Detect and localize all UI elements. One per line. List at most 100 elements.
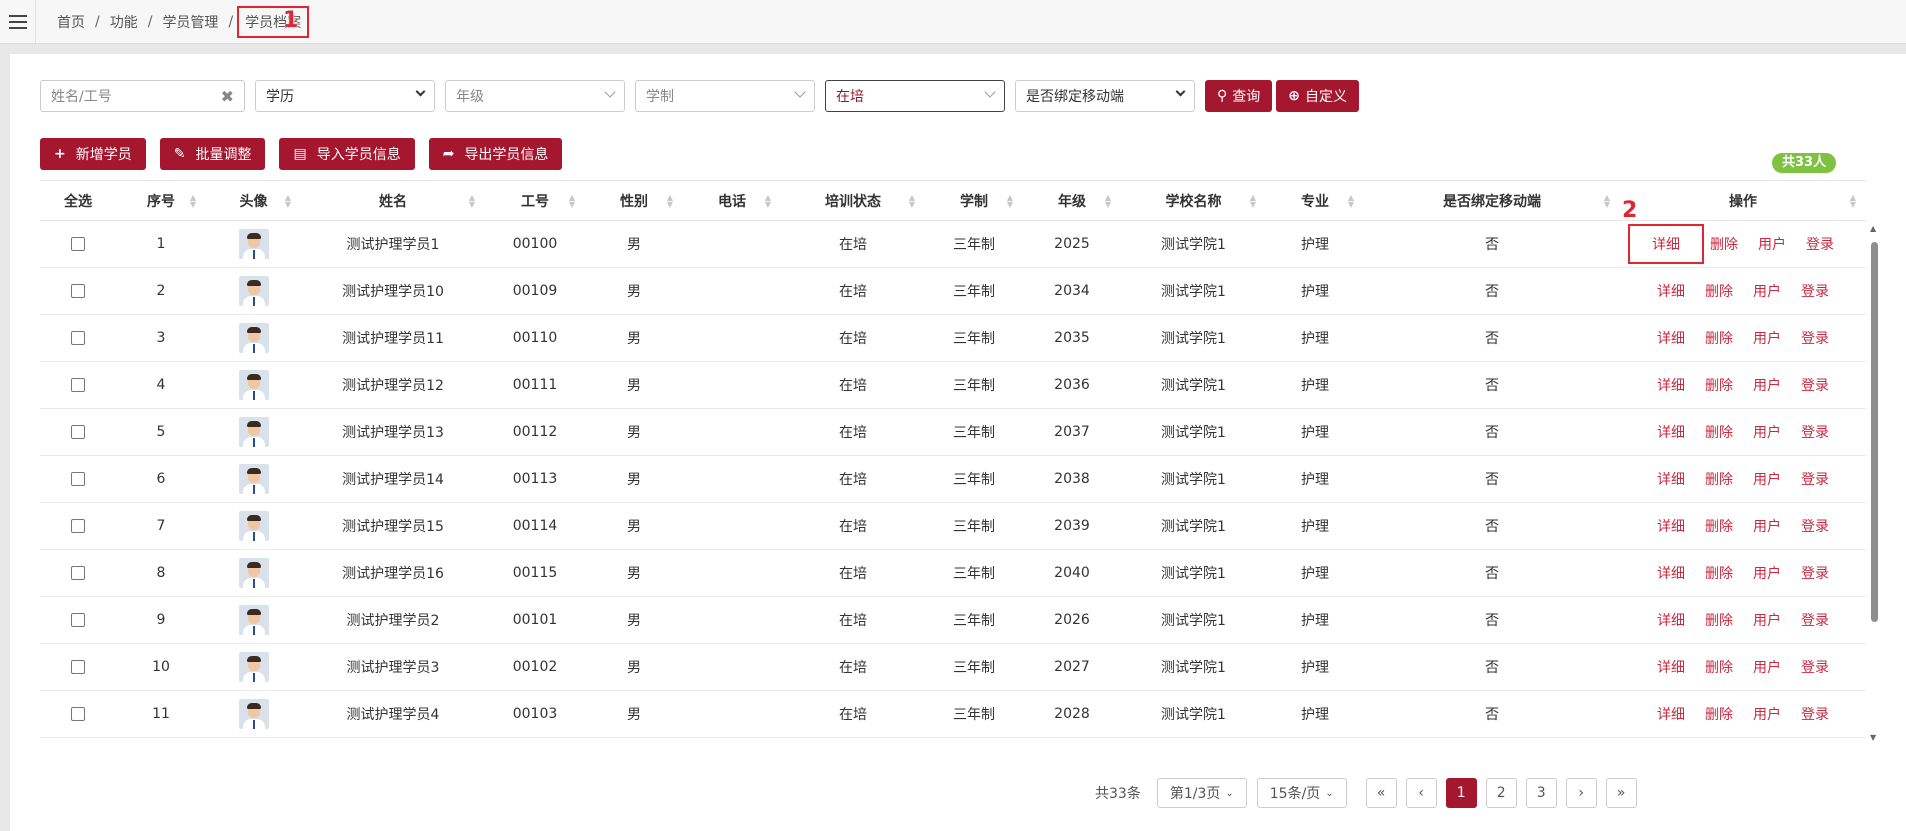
breadcrumb-home[interactable]: 首页 [57,12,85,32]
detail-link[interactable]: 详细 [1657,707,1685,723]
login-link[interactable]: 登录 [1801,284,1829,300]
delete-link[interactable]: 删除 [1705,660,1733,676]
row-checkbox[interactable] [71,707,85,721]
user-link[interactable]: 用户 [1758,237,1786,253]
user-link[interactable]: 用户 [1753,378,1781,394]
breadcrumb-features[interactable]: 功能 [110,12,138,32]
column-header[interactable]: 头像 ▲ ▼ [206,180,301,221]
column-header[interactable]: 全选 [40,180,116,221]
page-button-1[interactable]: 1 [1445,778,1477,808]
login-link[interactable]: 登录 [1801,660,1829,676]
row-checkbox[interactable] [71,284,85,298]
mobile-bound-select[interactable]: 是否绑定移动端 [1015,80,1195,112]
detail-link[interactable]: 详细 [1657,378,1685,394]
detail-link[interactable]: 详细 [1657,566,1685,582]
column-header[interactable]: 序号 ▲ ▼ [116,180,206,221]
student-id: 00113 [485,455,585,503]
login-link[interactable]: 登录 [1801,566,1829,582]
user-link[interactable]: 用户 [1753,331,1781,347]
column-header[interactable]: 学制 ▲ ▼ [925,180,1023,221]
user-link[interactable]: 用户 [1753,566,1781,582]
column-header[interactable]: 是否绑定移动端 ▲ ▼ [1364,180,1620,221]
school-system-select[interactable]: 学制 [635,80,815,112]
scroll-up-icon[interactable]: ▲ [1870,224,1876,233]
detail-link[interactable]: 详细 [1657,331,1685,347]
delete-link[interactable]: 删除 [1705,707,1733,723]
user-link[interactable]: 用户 [1753,425,1781,441]
delete-link[interactable]: 删除 [1710,237,1738,253]
page-size-select[interactable]: 15条/页 ⌄ [1256,778,1347,808]
row-checkbox[interactable] [71,660,85,674]
user-link[interactable]: 用户 [1753,284,1781,300]
breadcrumb-student-management[interactable]: 学员管理 [162,12,218,32]
custom-button[interactable]: ⊕ 自定义 [1276,80,1359,112]
login-link[interactable]: 登录 [1801,613,1829,629]
add-student-button[interactable]: + 新增学员 [40,138,146,170]
education-select[interactable]: 学历 [255,80,435,112]
next-page-button[interactable]: › [1565,778,1597,808]
user-link[interactable]: 用户 [1753,707,1781,723]
login-link[interactable]: 登录 [1801,425,1829,441]
column-header[interactable]: 性别 ▲ ▼ [585,180,683,221]
query-button[interactable]: ⚲ 查询 [1205,80,1273,112]
scroll-down-icon[interactable]: ▼ [1870,733,1876,742]
name-search-input[interactable]: 姓名/工号 ✖ [40,80,245,112]
login-link[interactable]: 登录 [1801,519,1829,535]
detail-link[interactable]: 详细 [1657,519,1685,535]
row-checkbox[interactable] [71,519,85,533]
delete-link[interactable]: 删除 [1705,472,1733,488]
user-link[interactable]: 用户 [1753,660,1781,676]
detail-link[interactable]: 详细 [1657,425,1685,441]
row-checkbox[interactable] [71,331,85,345]
row-checkbox[interactable] [71,566,85,580]
login-link[interactable]: 登录 [1801,472,1829,488]
delete-link[interactable]: 删除 [1705,566,1733,582]
detail-link[interactable]: 详细 [1652,237,1680,253]
delete-link[interactable]: 删除 [1705,378,1733,394]
detail-link[interactable]: 详细 [1657,284,1685,300]
last-page-button[interactable]: » [1605,778,1637,808]
column-header[interactable]: 姓名 ▲ ▼ [301,180,485,221]
column-header[interactable]: 专业 ▲ ▼ [1266,180,1364,221]
table-scrollbar[interactable]: ▲ ▼ [1868,224,1880,742]
prev-page-button[interactable]: ‹ [1405,778,1437,808]
column-header[interactable]: 年级 ▲ ▼ [1023,180,1121,221]
first-page-button[interactable]: « [1365,778,1397,808]
detail-link[interactable]: 详细 [1657,660,1685,676]
row-checkbox[interactable] [71,472,85,486]
training-status-select[interactable]: 在培 [825,80,1005,112]
page-select[interactable]: 第1/3页 ⌄ [1156,778,1247,808]
delete-link[interactable]: 删除 [1705,613,1733,629]
delete-link[interactable]: 删除 [1705,425,1733,441]
page-button-3[interactable]: 3 [1525,778,1557,808]
row-checkbox[interactable] [71,378,85,392]
grade-select[interactable]: 年级 [445,80,625,112]
user-link[interactable]: 用户 [1753,472,1781,488]
delete-link[interactable]: 删除 [1705,519,1733,535]
login-link[interactable]: 登录 [1801,378,1829,394]
scrollbar-thumb[interactable] [1871,242,1878,622]
import-students-button[interactable]: ▤ 导入学员信息 [279,138,415,170]
hamburger-menu-icon[interactable] [0,0,36,44]
column-header[interactable]: 培训状态 ▲ ▼ [781,180,925,221]
row-checkbox[interactable] [71,237,85,251]
page-button-2[interactable]: 2 [1485,778,1517,808]
column-header[interactable]: 操作 ▲ ▼ [1620,180,1866,221]
row-checkbox[interactable] [71,425,85,439]
column-header[interactable]: 电话 ▲ ▼ [683,180,781,221]
column-header[interactable]: 学校名称 ▲ ▼ [1121,180,1266,221]
login-link[interactable]: 登录 [1806,237,1834,253]
export-students-button[interactable]: ➦ 导出学员信息 [428,138,563,170]
clear-icon[interactable]: ✖ [221,87,234,106]
login-link[interactable]: 登录 [1801,331,1829,347]
login-link[interactable]: 登录 [1801,707,1829,723]
detail-link[interactable]: 详细 [1657,472,1685,488]
batch-adjust-button[interactable]: ✎ 批量调整 [159,138,266,170]
delete-link[interactable]: 删除 [1705,331,1733,347]
user-link[interactable]: 用户 [1753,519,1781,535]
delete-link[interactable]: 删除 [1705,284,1733,300]
row-checkbox[interactable] [71,613,85,627]
user-link[interactable]: 用户 [1753,613,1781,629]
column-header[interactable]: 工号 ▲ ▼ [485,180,585,221]
detail-link[interactable]: 详细 [1657,613,1685,629]
